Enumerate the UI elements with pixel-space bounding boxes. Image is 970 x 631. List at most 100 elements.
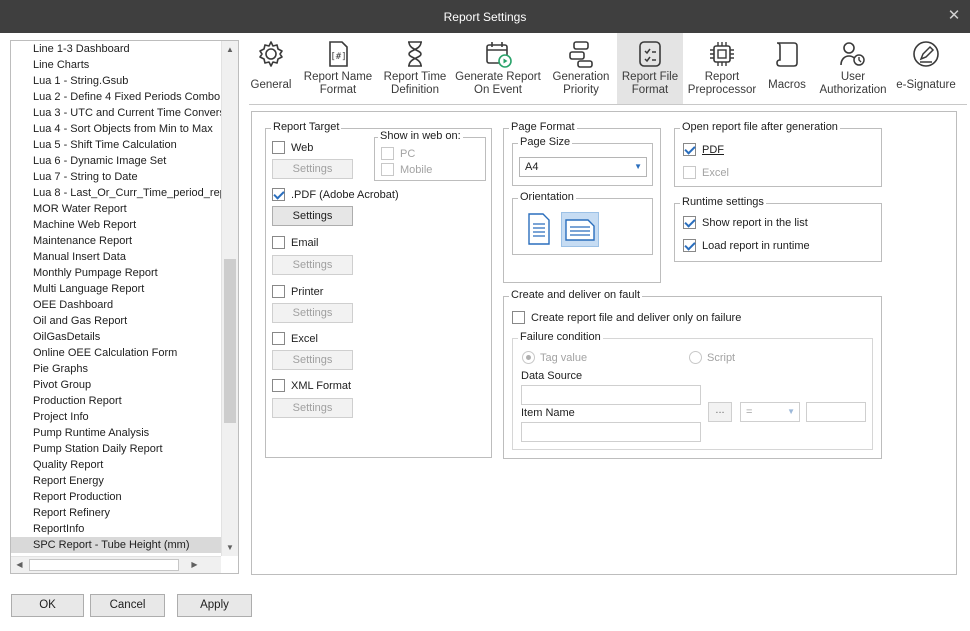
list-item[interactable]: Pie Graphs [11,361,221,377]
list-item[interactable]: Project Info [11,409,221,425]
list-item[interactable]: Lua 4 - Sort Objects from Min to Max [11,121,221,137]
close-icon[interactable]: ✕ [946,8,962,24]
tab-report-file-format[interactable]: Report File Format [617,33,683,104]
page-size-group: Page Size A4 ▼ [512,136,653,186]
tab-macros[interactable]: Macros [765,33,809,104]
open-excel-checkbox[interactable]: Excel [683,166,729,179]
report-list[interactable]: Line 1-3 Dashboard Line Charts Lua 1 - Str… [10,40,239,574]
xml-settings-button[interactable]: Settings [272,398,353,418]
list-item[interactable]: Multi Language Report [11,281,221,297]
list-item[interactable]: Lua 8 - Last_Or_Curr_Time_period_rep [11,185,221,201]
list-item[interactable]: Manual Insert Data [11,249,221,265]
list-item[interactable]: Pump Runtime Analysis [11,425,221,441]
show-in-list-checkbox[interactable]: Show report in the list [683,216,808,229]
xml-checkbox[interactable]: XML Format [272,379,351,392]
email-checkbox[interactable]: Email [272,236,319,249]
pc-checkbox[interactable]: PC [381,147,415,160]
list-item[interactable]: Quality Report [11,457,221,473]
list-item[interactable]: Line Charts [11,57,221,73]
list-item[interactable]: Machine Web Report [11,217,221,233]
pdf-checkbox[interactable]: .PDF (Adobe Acrobat) [272,188,399,201]
list-item[interactable]: Report Refinery [11,505,221,521]
web-label: Web [291,141,314,154]
vertical-scrollbar[interactable]: ▲ ▼ [221,41,238,556]
list-item[interactable]: ReportInfo [11,521,221,537]
excel-settings-button[interactable]: Settings [272,350,353,370]
tab-user-authorization[interactable]: User Authorization [819,33,887,104]
apply-button[interactable]: Apply [177,594,252,617]
list-item[interactable]: Report Production [11,489,221,505]
list-item[interactable]: Lua 3 - UTC and Current Time Conversi [11,105,221,121]
page-size-select[interactable]: A4 ▼ [519,157,647,177]
list-item[interactable]: Online OEE Calculation Form [11,345,221,361]
tab-generate-report-on-event[interactable]: Generate Report On Event [455,33,541,104]
list-item[interactable]: Pivot Group [11,377,221,393]
tab-general[interactable]: General [249,33,293,104]
portrait-option[interactable] [526,212,552,246]
excel-checkbox[interactable]: Excel [272,332,318,345]
operator-select[interactable]: = ▼ [740,402,800,422]
landscape-option[interactable] [561,212,599,247]
printer-checkbox[interactable]: Printer [272,285,323,298]
list-item[interactable]: SPC Report - Tube Height (mm) [11,537,221,553]
list-item[interactable]: MOR Water Report [11,201,221,217]
list-item[interactable]: Lua 2 - Define 4 Fixed Periods Combo [11,89,221,105]
scroll-down-icon[interactable]: ▼ [222,539,238,556]
failure-condition-group: Failure condition Tag value Script Data … [512,331,873,450]
pdf-settings-button[interactable]: Settings [272,206,353,226]
compare-value-input[interactable] [806,402,866,422]
load-runtime-checkbox[interactable]: Load report in runtime [683,239,810,252]
list-item[interactable]: Production Report [11,393,221,409]
horizontal-scrollbar[interactable]: ◀ ▶ [11,556,221,573]
scroll-up-icon[interactable]: ▲ [222,41,238,58]
list-item[interactable]: Pump Station Daily Report [11,441,221,457]
title-bar: Report Settings ✕ [0,0,970,33]
tab-report-preprocessor[interactable]: Report Preprocessor [687,33,757,104]
open-pdf-checkbox[interactable]: PDF [683,143,724,156]
page-size-title: Page Size [518,136,573,148]
report-target-group: Report Target Show in web on: PC Mobile … [265,121,492,458]
hscroll-thumb[interactable] [29,559,179,571]
list-item[interactable]: Oil and Gas Report [11,313,221,329]
cancel-button[interactable]: Cancel [90,594,165,617]
list-item[interactable]: Lua 6 - Dynamic Image Set [11,153,221,169]
tab-label: General [250,79,292,91]
list-item[interactable]: Maintenance Report [11,233,221,249]
tab-label: Macros [768,79,806,91]
list-item[interactable]: OilGasDetails [11,329,221,345]
tab-generation-priority[interactable]: Generation Priority [549,33,613,104]
list-item[interactable]: OEE Dashboard [11,297,221,313]
mobile-checkbox[interactable]: Mobile [381,163,432,176]
scroll-thumb[interactable] [224,259,236,423]
chevron-down-icon: ▼ [787,407,795,416]
tag-value-radio[interactable]: Tag value [522,351,587,364]
script-radio[interactable]: Script [689,351,735,364]
tab-report-time-definition[interactable]: Report Time Definition [381,33,449,104]
fault-group: Create and deliver on fault Create repor… [503,289,882,459]
hourglass-icon [408,41,422,67]
list-item[interactable]: Monthly Pumpage Report [11,265,221,281]
list-item[interactable]: Line 1-3 Dashboard [11,41,221,57]
tab-report-name-format[interactable]: [#] Report Name Format [301,33,375,104]
pdf-label: .PDF (Adobe Acrobat) [291,188,399,201]
page-size-value: A4 [525,161,539,173]
list-item[interactable]: Lua 5 - Shift Time Calculation [11,137,221,153]
ok-button[interactable]: OK [11,594,84,617]
printer-label: Printer [291,285,324,298]
tab-label: e-Signature [896,79,956,91]
item-name-input[interactable] [521,422,701,442]
svg-text:[#]: [#] [330,52,346,62]
printer-settings-button[interactable]: Settings [272,303,353,323]
list-item[interactable]: Lua 1 - String.Gsub [11,73,221,89]
list-item[interactable]: Report Energy [11,473,221,489]
list-item[interactable]: Lua 7 - String to Date [11,169,221,185]
web-checkbox[interactable]: Web [272,141,313,154]
browse-button[interactable]: ... [708,402,732,422]
scroll-left-icon[interactable]: ◀ [11,557,28,573]
data-source-input[interactable] [521,385,701,405]
web-settings-button[interactable]: Settings [272,159,353,179]
tab-e-signature[interactable]: e-Signature [895,33,957,104]
email-settings-button[interactable]: Settings [272,255,353,275]
scroll-right-icon[interactable]: ▶ [186,557,203,573]
create-on-failure-checkbox[interactable]: Create report file and deliver only on f… [512,311,741,324]
